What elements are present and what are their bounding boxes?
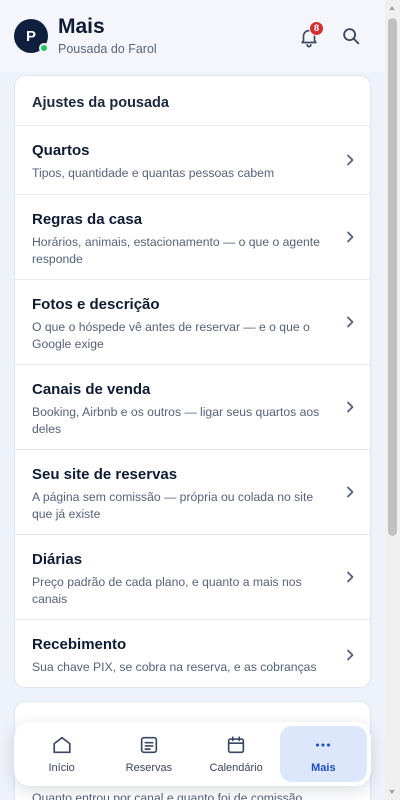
settings-item-seu-site-de-reservas[interactable]: Seu site de reservas A página sem comiss… — [15, 450, 370, 535]
chevron-right-icon — [347, 231, 354, 243]
scroll-down-arrow-icon[interactable] — [389, 790, 395, 794]
settings-item-fotos-e-descricao[interactable]: Fotos e descrição O que o hóspede vê ant… — [15, 280, 370, 365]
settings-item-title: Seu site de reservas — [32, 466, 178, 483]
notification-badge: 8 — [309, 21, 324, 36]
chevron-right-icon — [347, 154, 354, 166]
calendar-icon — [227, 736, 245, 754]
tab-mais[interactable]: Mais — [279, 726, 367, 782]
settings-item-description: Horários, animais, estacionamento — o qu… — [32, 235, 320, 266]
tab-reservas[interactable]: Reservas — [105, 726, 192, 782]
settings-item-description: A página sem comissão — própria ou colad… — [32, 490, 314, 521]
settings-item-canais-de-venda[interactable]: Canais de venda Booking, Airbnb e os out… — [15, 365, 370, 450]
search-icon[interactable] — [340, 25, 362, 47]
settings-item-description: Tipos, quantidade e quantas pessoas cabe… — [32, 166, 275, 180]
tab-label: Início — [48, 762, 75, 774]
settings-item-quartos[interactable]: Quartos Tipos, quantidade e quantas pess… — [15, 126, 370, 195]
settings-item-description: Booking, Airbnb e os outros — ligar seus… — [32, 405, 320, 436]
settings-item-title: Regras da casa — [32, 211, 143, 228]
settings-item-title: Diárias — [32, 551, 83, 568]
settings-item-regras-da-casa[interactable]: Regras da casa Horários, animais, estaci… — [15, 195, 370, 280]
tab-inicio[interactable]: Início — [18, 726, 105, 782]
settings-card: Ajustes da pousada Quartos Tipos, quanti… — [14, 75, 371, 688]
property-name: Pousada do Farol — [58, 42, 157, 56]
scrollbar-thumb[interactable] — [388, 18, 397, 536]
settings-item-recebimento[interactable]: Recebimento Sua chave PIX, se cobra na r… — [15, 620, 370, 687]
settings-item-description: O que o hóspede vê antes de reservar — e… — [32, 320, 310, 351]
scroll-up-arrow-icon[interactable] — [389, 6, 395, 10]
tab-label: Calendário — [209, 762, 263, 774]
top-header: P Mais Pousada do Farol 8 — [0, 0, 385, 72]
chevron-right-icon — [347, 649, 354, 660]
settings-item-title: Quartos — [32, 142, 90, 159]
chevron-right-icon — [347, 486, 354, 498]
reports-card-description: Quanto entrou por canal e quanto foi de … — [32, 791, 303, 800]
chevron-right-icon — [347, 571, 354, 583]
settings-item-title: Fotos e descrição — [32, 296, 160, 313]
home-icon — [53, 736, 71, 754]
chevron-right-icon — [347, 316, 354, 328]
tab-label: Reservas — [125, 762, 173, 774]
settings-item-title: Canais de venda — [32, 381, 151, 398]
chevron-right-icon — [347, 401, 354, 413]
settings-item-description: Sua chave PIX, se cobra na reserva, e as… — [32, 660, 317, 674]
bottom-tab-bar: Início Reservas Calendário Mais — [14, 722, 371, 786]
page-title: Mais — [58, 15, 105, 38]
tab-label: Mais — [311, 762, 336, 774]
settings-card-title: Ajustes da pousada — [15, 76, 370, 126]
more-icon — [316, 743, 331, 747]
online-status-dot — [39, 43, 49, 53]
tab-calendario[interactable]: Calendário — [193, 726, 280, 782]
scrollbar[interactable] — [385, 0, 400, 800]
settings-item-diarias[interactable]: Diárias Preço padrão de cada plano, e qu… — [15, 535, 370, 620]
settings-item-description: Preço padrão de cada plano, e quanto a m… — [32, 575, 302, 606]
settings-item-title: Recebimento — [32, 636, 127, 653]
list-icon — [140, 736, 158, 754]
